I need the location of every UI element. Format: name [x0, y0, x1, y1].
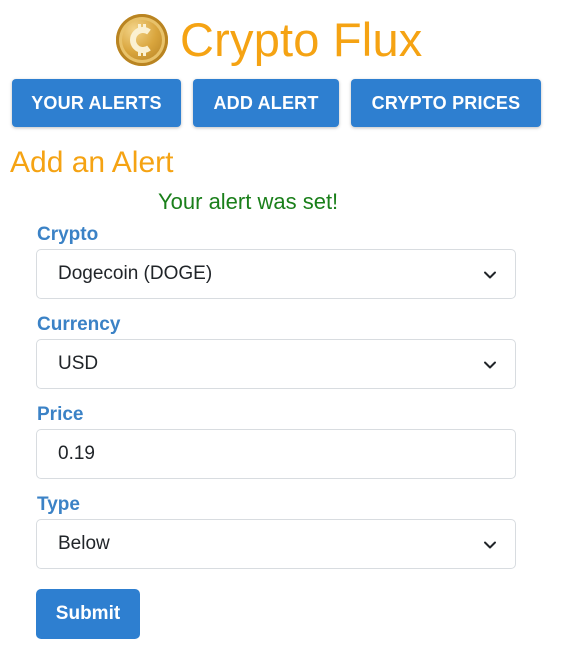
crypto-select[interactable]: Dogecoin (DOGE): [36, 249, 516, 299]
add-alert-button[interactable]: ADD ALERT: [193, 79, 339, 127]
currency-select[interactable]: USD: [36, 339, 516, 389]
submit-button[interactable]: Submit: [36, 589, 140, 639]
bitcoin-coin-icon: [116, 14, 168, 66]
price-input-value: 0.19: [58, 443, 95, 464]
app-title: Crypto Flux: [180, 13, 423, 66]
price-input[interactable]: 0.19: [36, 429, 516, 479]
chevron-down-icon: [484, 541, 496, 549]
type-label: Type: [37, 494, 80, 515]
app-brand: Crypto Flux: [116, 12, 422, 68]
type-select[interactable]: Below: [36, 519, 516, 569]
crypto-prices-button[interactable]: CRYPTO PRICES: [351, 79, 541, 127]
price-label: Price: [37, 404, 84, 425]
success-message: Your alert was set!: [158, 189, 339, 214]
crypto-label: Crypto: [37, 224, 99, 245]
main-nav: YOUR ALERTS ADD ALERT CRYPTO PRICES: [0, 79, 561, 127]
chevron-down-icon: [484, 361, 496, 369]
page: Crypto Flux YOUR ALERTS ADD ALERT CRYPTO…: [0, 0, 561, 658]
your-alerts-button[interactable]: YOUR ALERTS: [12, 79, 181, 127]
currency-label: Currency: [37, 314, 121, 335]
currency-select-value: USD: [58, 353, 99, 374]
form-title: Add an Alert: [10, 146, 174, 179]
crypto-select-value: Dogecoin (DOGE): [58, 263, 213, 284]
type-select-value: Below: [58, 533, 110, 554]
chevron-down-icon: [484, 271, 496, 279]
